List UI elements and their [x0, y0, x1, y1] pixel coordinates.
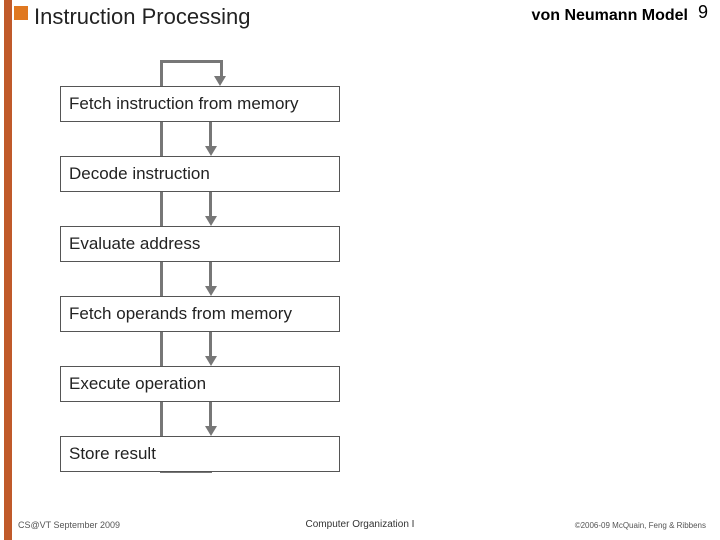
accent-stripe [4, 0, 12, 540]
step-label: Fetch operands from memory [69, 304, 292, 323]
step-label: Fetch instruction from memory [69, 94, 299, 113]
loop-top [160, 60, 222, 63]
slide: Instruction Processing von Neumann Model… [0, 0, 720, 540]
step-label: Evaluate address [69, 234, 200, 253]
footer-right: ©2006-09 McQuain, Feng & Ribbens [575, 521, 706, 530]
loop-arrowhead-icon [214, 76, 226, 86]
step-label: Execute operation [69, 374, 206, 393]
step-store-result: Store result [60, 436, 340, 472]
arrow-head-4-icon [205, 356, 217, 366]
arrow-head-5-icon [205, 426, 217, 436]
instruction-cycle-diagram: Fetch instruction from memory Decode ins… [60, 50, 360, 490]
topic-label: von Neumann Model [532, 7, 688, 25]
step-decode: Decode instruction [60, 156, 340, 192]
arrow-head-1-icon [205, 146, 217, 156]
page-title: Instruction Processing [34, 4, 250, 30]
step-fetch-operands: Fetch operands from memory [60, 296, 340, 332]
bullet-icon [14, 6, 28, 20]
step-execute: Execute operation [60, 366, 340, 402]
arrow-head-3-icon [205, 286, 217, 296]
step-label: Decode instruction [69, 164, 210, 183]
step-label: Store result [69, 444, 156, 463]
arrow-head-2-icon [205, 216, 217, 226]
page-number: 9 [698, 2, 708, 23]
step-evaluate-address: Evaluate address [60, 226, 340, 262]
step-fetch-instruction: Fetch instruction from memory [60, 86, 340, 122]
